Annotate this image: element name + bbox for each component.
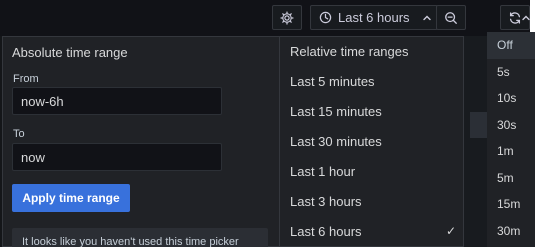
gear-icon bbox=[280, 10, 294, 25]
refresh-interval-menu: Off 5s 10s 30s 1m 5m 15m 30m bbox=[487, 32, 535, 247]
time-picker-hint: It looks like you haven't used this time… bbox=[12, 228, 268, 247]
chevron-up-icon bbox=[422, 15, 431, 20]
refresh-option-5m[interactable]: 5m bbox=[487, 165, 535, 192]
relative-range-label: Last 3 hours bbox=[290, 193, 362, 209]
refresh-option-30m[interactable]: 30m bbox=[487, 218, 535, 245]
top-toolbar: Last 6 hours bbox=[0, 0, 530, 36]
refresh-option-off[interactable]: Off bbox=[487, 32, 535, 59]
time-range-button[interactable]: Last 6 hours bbox=[310, 5, 438, 30]
time-range-label: Last 6 hours bbox=[338, 10, 410, 25]
relative-range-label: Last 30 minutes bbox=[290, 133, 382, 149]
apply-time-range-button[interactable]: Apply time range bbox=[12, 184, 130, 212]
refresh-option-30s[interactable]: 30s bbox=[487, 112, 535, 139]
clock-icon bbox=[319, 11, 332, 24]
relative-range-item[interactable]: Last 30 minutes bbox=[280, 126, 466, 156]
absolute-time-range-section: Absolute time range From now-6h To now A… bbox=[3, 37, 279, 247]
to-input[interactable]: now bbox=[12, 143, 222, 171]
relative-range-label: Last 5 minutes bbox=[290, 73, 375, 89]
relative-range-item[interactable]: Last 1 hour bbox=[280, 156, 466, 186]
refresh-option-1m[interactable]: 1m bbox=[487, 138, 535, 165]
relative-range-label: Last 15 minutes bbox=[290, 103, 382, 119]
dashboard-screen: Last 6 hours Absolute time range From no… bbox=[0, 0, 535, 247]
relative-range-item[interactable]: Last 3 hours bbox=[280, 186, 466, 216]
relative-range-item-selected[interactable]: Last 6 hours ✓ bbox=[280, 216, 466, 246]
refresh-option-10s[interactable]: 10s bbox=[487, 85, 535, 112]
from-label: From bbox=[13, 73, 39, 85]
to-label: To bbox=[13, 128, 25, 140]
refresh-option-15m[interactable]: 15m bbox=[487, 191, 535, 218]
relative-range-item[interactable]: Last 15 minutes bbox=[280, 96, 466, 126]
time-picker-dropdown: Absolute time range From now-6h To now A… bbox=[2, 36, 464, 247]
relative-range-label: Last 1 hour bbox=[290, 163, 356, 179]
absolute-time-range-title: Absolute time range bbox=[12, 45, 128, 60]
from-input[interactable]: now-6h bbox=[12, 87, 222, 115]
checkmark-icon: ✓ bbox=[445, 224, 456, 238]
relative-range-item[interactable]: Last 5 minutes bbox=[280, 66, 466, 96]
relative-time-ranges-title: Relative time ranges bbox=[290, 44, 409, 59]
zoom-out-button[interactable] bbox=[436, 5, 466, 30]
zoom-out-icon bbox=[445, 11, 457, 24]
relative-range-label: Last 6 hours bbox=[290, 223, 362, 239]
refresh-interval-toggle[interactable] bbox=[517, 5, 535, 30]
dashboard-settings-button[interactable] bbox=[272, 5, 302, 30]
relative-time-range-list: Last 5 minutes Last 15 minutes Last 30 m… bbox=[280, 66, 466, 246]
refresh-option-5s[interactable]: 5s bbox=[487, 59, 535, 86]
relative-time-ranges-section: Relative time ranges Last 5 minutes Last… bbox=[279, 37, 465, 247]
chevron-up-icon bbox=[522, 15, 530, 20]
